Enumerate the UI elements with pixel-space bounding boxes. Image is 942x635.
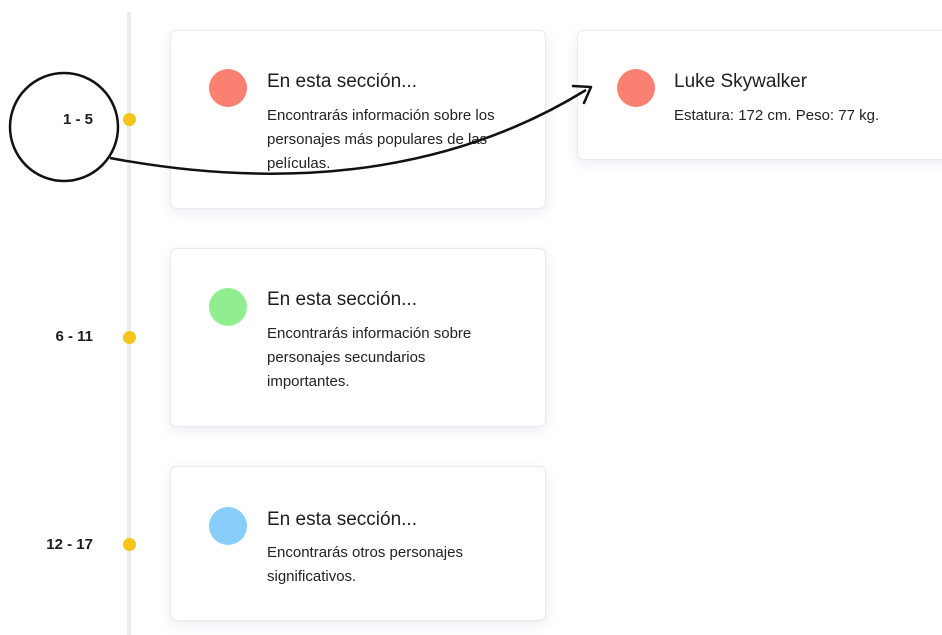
section-description: Encontrarás información sobre personajes…: [267, 325, 472, 390]
section-card-1[interactable]: En esta sección... Encontrarás informaci…: [170, 30, 546, 209]
blue-circle-icon: [209, 507, 247, 545]
section-description: Encontrarás información sobre los person…: [267, 107, 495, 172]
character-info: Estatura: 172 cm. Peso: 77 kg.: [674, 107, 880, 124]
section-title: En esta sección...: [267, 289, 417, 310]
section-description: Encontrarás otros personajes significati…: [267, 544, 463, 585]
section-card-3[interactable]: En esta sección... Encontrarás otros per…: [170, 466, 546, 621]
red-circle-icon: [209, 69, 247, 107]
red-circle-icon: [617, 69, 655, 107]
green-circle-icon: [209, 288, 247, 326]
timeline-dot: [123, 113, 136, 126]
character-detail-card[interactable]: Luke Skywalker Estatura: 172 cm. Peso: 7…: [577, 30, 942, 160]
section-title: En esta sección...: [267, 509, 417, 530]
section-title: En esta sección...: [267, 71, 417, 92]
timeline-range-label: 6 - 11: [55, 328, 93, 345]
timeline-range-label: 1 - 5: [62, 111, 93, 128]
character-name: Luke Skywalker: [674, 71, 808, 92]
timeline-dot: [123, 538, 136, 551]
timeline-dot: [123, 331, 136, 344]
timeline-range-label: 12 - 17: [46, 536, 93, 553]
section-card-2[interactable]: En esta sección... Encontrarás informaci…: [170, 248, 546, 427]
